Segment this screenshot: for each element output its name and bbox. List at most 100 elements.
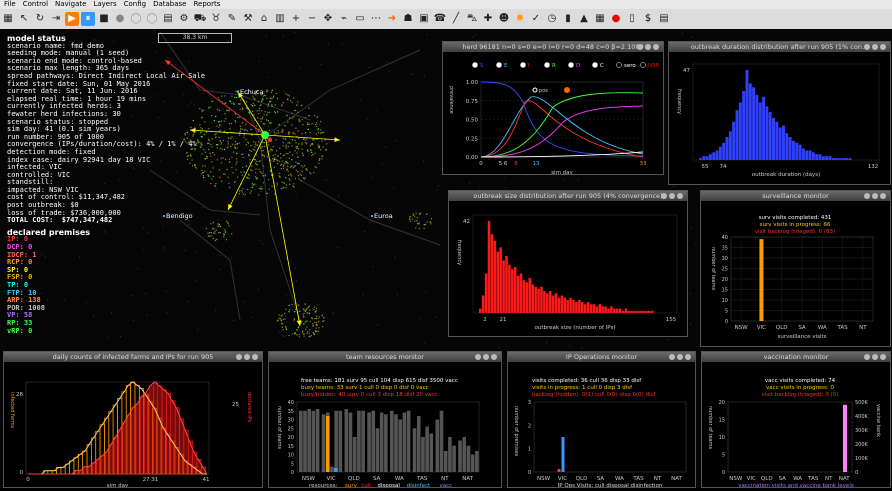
menu-database[interactable]: Database	[153, 0, 186, 8]
doc-icon[interactable]: ▤	[657, 12, 671, 26]
minimize-icon[interactable]	[669, 354, 675, 360]
menu-navigate[interactable]: Navigate	[55, 0, 86, 8]
farm-dot	[282, 35, 284, 37]
minimize-icon[interactable]	[864, 44, 870, 50]
phone-icon[interactable]: ☎	[433, 12, 447, 26]
ip-ops-title[interactable]: IP Operations monitor	[508, 352, 695, 362]
grid-icon[interactable]: ▦	[1, 12, 15, 26]
play-icon[interactable]: ▶	[65, 12, 79, 26]
legend-marker	[544, 62, 550, 68]
ytick: 10	[722, 298, 728, 304]
farm-dot	[272, 145, 274, 148]
menu-config[interactable]: Config	[124, 0, 146, 8]
farm-dot	[282, 165, 285, 167]
farm-dot	[233, 320, 235, 322]
menu-reports[interactable]: Reports	[193, 0, 220, 8]
cursor-icon[interactable]: ↖	[17, 12, 31, 26]
close-icon[interactable]	[252, 354, 258, 360]
step-icon[interactable]: ⇥	[49, 12, 63, 26]
zoom-out-icon[interactable]: −	[305, 12, 319, 26]
arrow-icon[interactable]: ➜	[385, 12, 399, 26]
chart-icon[interactable]: ▮	[561, 12, 575, 26]
disabled-b-icon[interactable]: ◯	[145, 12, 159, 26]
blank-icon[interactable]: ▯	[625, 12, 639, 26]
maximize-icon[interactable]	[483, 354, 489, 360]
zoom-in-icon[interactable]: +	[289, 12, 303, 26]
gavel-icon[interactable]: ⚒	[241, 12, 255, 26]
refresh-icon[interactable]: ↻	[33, 12, 47, 26]
minimize-icon[interactable]	[864, 354, 870, 360]
team-resources-title[interactable]: team resources monitor	[269, 352, 501, 362]
farm-dot	[426, 213, 428, 215]
pan-icon[interactable]: ✥	[321, 12, 335, 26]
maximize-icon[interactable]	[677, 354, 683, 360]
size-panel-title[interactable]: outbreak size distribution after run 905…	[449, 191, 687, 201]
menu-file[interactable]: File	[4, 0, 16, 8]
bus-icon[interactable]: ▣	[417, 12, 431, 26]
calendar-icon[interactable]: ▦	[593, 12, 607, 26]
antenna-icon[interactable]: ⌁	[337, 12, 351, 26]
screen-icon[interactable]: ▭	[353, 12, 367, 26]
stop-icon[interactable]: ■	[97, 12, 111, 26]
disabled-a-icon[interactable]: ◯	[129, 12, 143, 26]
maximize-icon[interactable]	[645, 44, 651, 50]
vehicle-icon[interactable]: ⛍	[465, 12, 479, 26]
house-icon[interactable]: ⌂	[257, 12, 271, 26]
team-bar	[311, 410, 316, 472]
minimize-icon[interactable]	[864, 193, 870, 199]
person-icon[interactable]: ☗	[401, 12, 415, 26]
minimize-icon[interactable]	[236, 354, 242, 360]
check-icon[interactable]: ✓	[529, 12, 543, 26]
money-icon[interactable]: $	[641, 12, 655, 26]
farm-dot	[294, 133, 296, 135]
virus-icon[interactable]: ✹	[513, 12, 527, 26]
minimize-icon[interactable]	[475, 354, 481, 360]
clock-icon[interactable]: ◷	[545, 12, 559, 26]
farm-dot	[274, 111, 276, 113]
balloon-icon[interactable]: ●	[609, 12, 623, 26]
close-icon[interactable]	[653, 44, 659, 50]
dots-icon[interactable]: ⋯	[369, 12, 383, 26]
menu-control[interactable]: Control	[23, 0, 48, 8]
daily-counts-title[interactable]: daily counts of infected farms and IPs f…	[4, 352, 262, 362]
ytick: 0.25	[466, 136, 479, 142]
pause-icon[interactable]: ⏸	[81, 12, 95, 26]
syringe-icon[interactable]: ✚	[481, 12, 495, 26]
farm-dot	[214, 184, 216, 187]
maximize-icon[interactable]	[872, 354, 878, 360]
maximize-icon[interactable]	[872, 44, 878, 50]
farm-dot	[280, 168, 282, 170]
graph-icon[interactable]: ▲	[577, 12, 591, 26]
filter-icon[interactable]: ▥	[273, 12, 287, 26]
farm-dot	[317, 128, 319, 130]
close-icon[interactable]	[491, 354, 497, 360]
close-icon[interactable]	[685, 354, 691, 360]
farm-dot	[268, 188, 270, 190]
farm-dot	[282, 137, 285, 140]
herd-panel-title[interactable]: herd 96181 n=0 s=0 e=0 i=0 r=0 d=48 c=0 …	[443, 42, 663, 52]
cow-icon[interactable]: ♉	[209, 12, 223, 26]
farm-dot	[255, 172, 257, 174]
maximize-icon[interactable]	[244, 354, 250, 360]
record-icon[interactable]: ●	[113, 12, 127, 26]
settings-icon[interactable]: ⚙	[177, 12, 191, 26]
surveillance-panel-title[interactable]: surveillance monitor	[701, 191, 890, 201]
farm-dot	[312, 139, 314, 141]
pen-icon[interactable]: ╱	[449, 12, 463, 26]
close-icon[interactable]	[880, 193, 886, 199]
menu-layers[interactable]: Layers	[93, 0, 116, 8]
close-icon[interactable]	[880, 354, 886, 360]
vaccination-title[interactable]: vaccination monitor	[702, 352, 890, 362]
people-icon[interactable]: ☻	[497, 12, 511, 26]
minimize-icon[interactable]	[637, 44, 643, 50]
minimize-icon[interactable]	[661, 193, 667, 199]
maximize-icon[interactable]	[669, 193, 675, 199]
truck-icon[interactable]: ⛟	[193, 12, 207, 26]
farm-dot	[218, 109, 221, 112]
notes-icon[interactable]: ▤	[161, 12, 175, 26]
close-icon[interactable]	[677, 193, 683, 199]
paint-icon[interactable]: ✎	[225, 12, 239, 26]
close-icon[interactable]	[880, 44, 886, 50]
maximize-icon[interactable]	[872, 193, 878, 199]
duration-panel-title[interactable]: outbreak duration distribution after run…	[669, 42, 890, 52]
